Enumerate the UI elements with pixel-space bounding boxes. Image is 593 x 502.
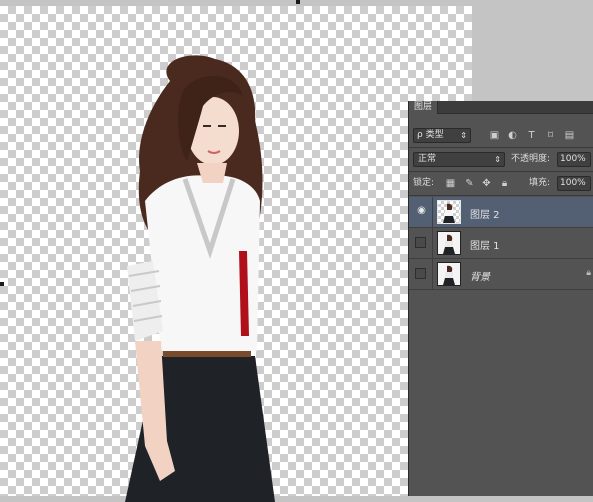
panel-tabbar: 图层	[409, 101, 593, 114]
layer-row-1[interactable]: 图层 1	[409, 228, 593, 259]
lock-position-icon[interactable]: ✥	[481, 178, 492, 189]
opacity-label: 不透明度:	[511, 154, 551, 164]
image-filter-icon[interactable]: ▣	[489, 130, 500, 141]
lock-label: 锁定:	[413, 178, 435, 188]
divider	[409, 147, 593, 148]
lock-all-icon[interactable]: 🔒︎	[499, 178, 510, 189]
layer-name[interactable]: 背景	[470, 268, 490, 283]
layers-panel: 图层 ρ 类型 ⇕ ▣ ◐ T ⌑ ▤ 正常 ⇕ 不透明度: 100% 锁定: …	[408, 101, 593, 496]
layer-thumbnail[interactable]	[437, 231, 461, 255]
opacity-value: 100%	[560, 154, 586, 164]
filter-kind-label: ρ 类型	[417, 130, 444, 140]
tab-layers[interactable]: 图层	[409, 101, 439, 114]
blend-mode-value: 正常	[418, 154, 437, 164]
eye-icon: ◉	[417, 205, 426, 216]
layer-thumbnail-image	[443, 203, 455, 223]
lock-paint-icon[interactable]: ✎	[464, 178, 475, 189]
fill-value: 100%	[560, 178, 586, 188]
visibility-toggle[interactable]	[415, 237, 426, 248]
lock-fill-row: 锁定: ▦ ✎ ✥ 🔒︎ 填充: 100%	[409, 176, 593, 192]
layer-thumbnail[interactable]	[437, 262, 461, 286]
filter-kind-select[interactable]: ρ 类型 ⇕	[413, 128, 471, 143]
smart-object-filter-icon[interactable]: ▤	[564, 130, 575, 141]
column-divider	[432, 228, 433, 259]
column-divider	[432, 259, 433, 290]
document-canvas[interactable]	[0, 6, 472, 502]
woman-cutout-image	[125, 55, 275, 502]
layer-thumbnail[interactable]	[437, 200, 461, 224]
adjustment-filter-icon[interactable]: ◐	[507, 130, 518, 141]
layer-name[interactable]: 图层 2	[470, 206, 500, 221]
chevron-updown-icon: ⇕	[494, 155, 501, 164]
fill-label: 填充:	[529, 178, 551, 188]
visibility-toggle[interactable]	[415, 268, 426, 279]
opacity-input[interactable]: 100%	[557, 152, 591, 167]
blend-opacity-row: 正常 ⇕ 不透明度: 100%	[409, 152, 593, 168]
divider	[409, 195, 593, 196]
transform-handle-top[interactable]	[296, 0, 300, 4]
lock-transparency-icon[interactable]: ▦	[445, 178, 456, 189]
transform-handle-left[interactable]	[0, 282, 4, 286]
column-divider	[432, 197, 433, 228]
fill-input[interactable]: 100%	[557, 176, 591, 191]
divider	[409, 171, 593, 172]
layer-row-background[interactable]: 背景 🔒︎	[409, 259, 593, 290]
type-filter-icon[interactable]: T	[526, 130, 537, 141]
layer-name[interactable]: 图层 1	[470, 237, 500, 252]
blend-mode-select[interactable]: 正常 ⇕	[413, 152, 505, 167]
layer-thumbnail-image	[443, 234, 455, 254]
visibility-toggle[interactable]: ◉	[415, 205, 426, 217]
layer-thumbnail-image	[443, 265, 455, 285]
chevron-updown-icon: ⇕	[460, 131, 467, 140]
layer-filter-row: ρ 类型 ⇕ ▣ ◐ T ⌑ ▤	[409, 128, 593, 146]
layer-row-2[interactable]: ◉ 图层 2	[409, 197, 593, 228]
shape-filter-icon[interactable]: ⌑	[545, 130, 556, 141]
lock-icon: 🔒︎	[586, 268, 591, 278]
